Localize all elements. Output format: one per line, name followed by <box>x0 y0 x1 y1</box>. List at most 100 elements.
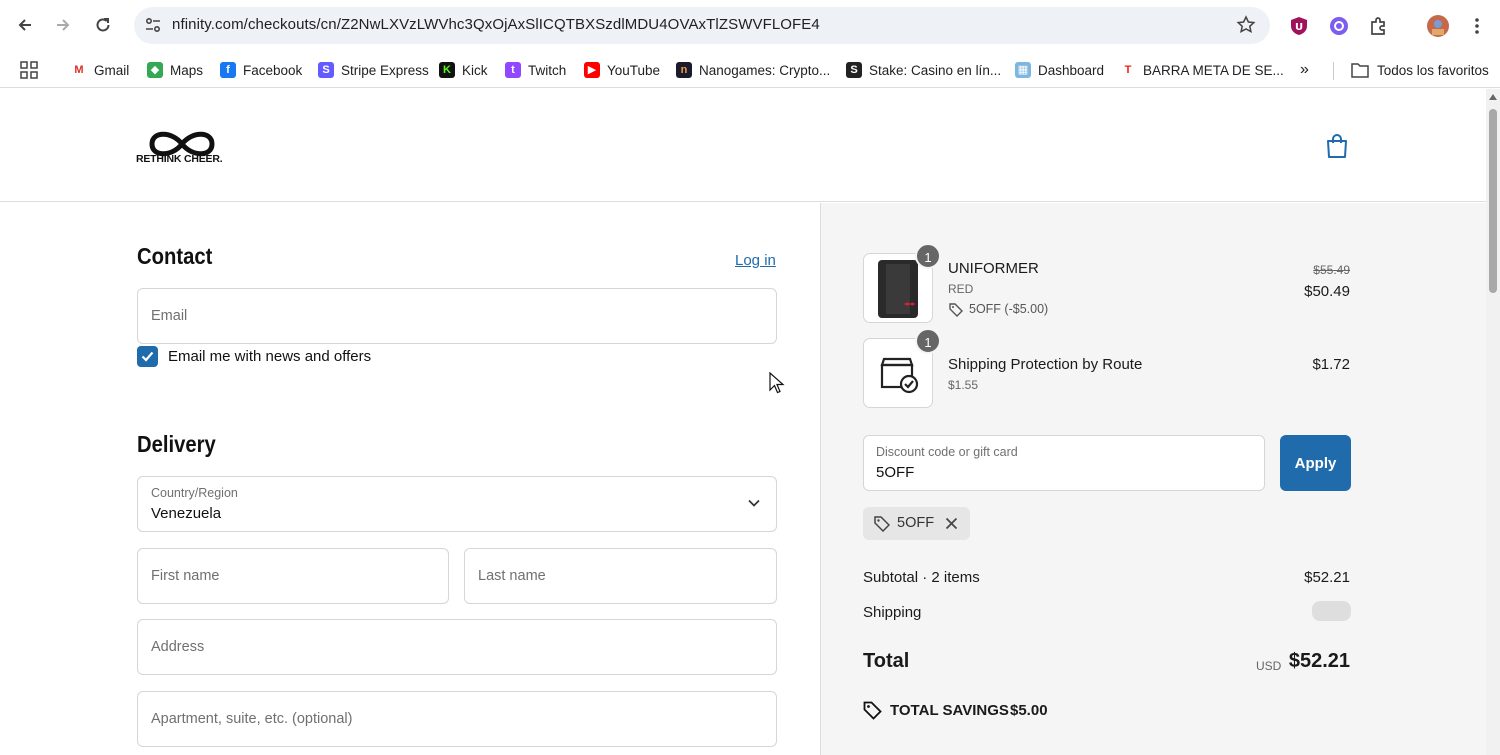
kick-icon: K <box>439 62 455 78</box>
shopping-bag-icon[interactable] <box>1325 133 1349 159</box>
apartment-field[interactable]: Apartment, suite, etc. (optional) <box>137 691 777 747</box>
item-price: $50.49 <box>1304 283 1350 300</box>
route-name: Shipping Protection by Route <box>948 356 1143 373</box>
savings-value: $5.00 <box>1010 702 1048 719</box>
discount-value: 5OFF <box>876 464 915 481</box>
savings-tag-icon <box>863 701 882 720</box>
address-field[interactable]: Address <box>137 619 777 675</box>
bookmarks-bar: M Gmail ◆ Maps f Facebook S Stripe Express K… <box>0 52 1500 88</box>
contact-heading: Contact <box>137 243 213 269</box>
page-scrollbar[interactable] <box>1486 89 1500 755</box>
newsletter-label: Email me with news and offers <box>168 348 372 365</box>
url-text: nfinity.com/checkouts/cn/Z2NwLXVzLWVhc3Q… <box>172 16 820 33</box>
bookmark-star-icon[interactable] <box>1236 15 1256 35</box>
twitch-icon: t <box>505 62 521 78</box>
tag-icon <box>874 516 890 532</box>
bookmark-nanogames[interactable]: n Nanogames: Crypto... <box>676 59 830 81</box>
apartment-placeholder: Apartment, suite, etc. (optional) <box>151 711 353 727</box>
applied-code: 5OFF <box>897 515 935 531</box>
forward-icon[interactable] <box>48 10 78 40</box>
mouse-cursor-icon <box>769 372 785 394</box>
savings-label: TOTAL SAVINGS <box>890 702 1009 719</box>
maps-icon: ◆ <box>147 62 163 78</box>
bookmark-stake[interactable]: S Stake: Casino en lín... <box>846 59 1001 81</box>
route-quantity-badge: 1 <box>915 328 941 354</box>
bookmark-twitch[interactable]: t Twitch <box>505 59 566 81</box>
scroll-thumb[interactable] <box>1489 109 1497 293</box>
login-link[interactable]: Log in <box>735 252 776 269</box>
country-label: Country/Region <box>151 486 238 500</box>
reload-icon[interactable] <box>88 10 118 40</box>
bookmark-dashboard[interactable]: ▦ Dashboard <box>1015 59 1104 81</box>
discount-label: Discount code or gift card <box>876 445 1018 459</box>
country-select[interactable]: Country/Region Venezuela <box>137 476 777 532</box>
all-bookmarks-folder[interactable]: Todos los favoritos <box>1351 59 1489 81</box>
bookmark-youtube[interactable]: ▶ YouTube <box>584 59 660 81</box>
bookmark-maps[interactable]: ◆ Maps <box>147 59 203 81</box>
chevron-down-icon <box>748 499 760 507</box>
last-name-field[interactable]: Last name <box>464 548 777 604</box>
currency-code: USD <box>1256 659 1282 673</box>
route-price: $1.72 <box>1312 356 1350 373</box>
item-name: UNIFORMER <box>948 260 1039 277</box>
bookmark-stripe[interactable]: S Stripe Express <box>318 59 429 81</box>
discount-tag-icon <box>949 303 963 317</box>
total-label: Total <box>863 650 910 672</box>
email-field[interactable]: Email <box>137 288 777 344</box>
extension-purple-icon[interactable] <box>1327 14 1351 38</box>
address-bar[interactable]: nfinity.com/checkouts/cn/Z2NwLXVzLWVhc3Q… <box>134 7 1270 44</box>
checkmark-icon <box>141 351 154 362</box>
last-name-placeholder: Last name <box>478 568 546 584</box>
subtotal-label: Subtotal · 2 items <box>863 569 980 586</box>
dashboard-icon: ▦ <box>1015 62 1031 78</box>
order-summary: 1 UNIFORMER RED 5OFF (-$5.00) $55.49 $50… <box>820 203 1486 755</box>
stripe-icon: S <box>318 62 334 78</box>
delivery-heading: Delivery <box>137 431 216 457</box>
checkout-form: Contact Log in Email Email me with news … <box>0 203 820 755</box>
email-placeholder: Email <box>151 308 188 324</box>
extensions-puzzle-icon[interactable] <box>1367 14 1391 38</box>
bookmark-kick[interactable]: K Kick <box>439 59 488 81</box>
route-subprice: $1.55 <box>948 378 979 392</box>
item-discount: 5OFF (-$5.00) <box>969 302 1049 316</box>
total-value: $52.21 <box>1288 650 1350 672</box>
address-placeholder: Address <box>151 639 205 655</box>
bookmarks-divider <box>1333 62 1334 80</box>
bookmark-facebook[interactable]: f Facebook <box>220 59 302 81</box>
youtube-icon: ▶ <box>584 62 600 78</box>
more-bookmarks-button[interactable]: » <box>1300 59 1309 81</box>
shipping-label: Shipping <box>863 604 922 621</box>
item-variant: RED <box>948 282 974 296</box>
newsletter-checkbox[interactable] <box>137 346 158 367</box>
first-name-field[interactable]: First name <box>137 548 449 604</box>
svg-text:U: U <box>1295 22 1303 33</box>
stake-icon: S <box>846 62 862 78</box>
apply-button[interactable]: Apply <box>1280 435 1351 491</box>
apps-grid-icon[interactable] <box>20 59 38 81</box>
discount-code-field[interactable]: Discount code or gift card 5OFF <box>863 435 1265 491</box>
checkout-page: RETHINK CHEER. Contact Log in Email Emai… <box>0 89 1486 755</box>
remove-discount-icon[interactable] <box>945 517 958 530</box>
back-icon[interactable] <box>10 10 40 40</box>
first-name-placeholder: First name <box>151 568 220 584</box>
profile-avatar-icon[interactable] <box>1426 14 1450 38</box>
barra-meta-icon: T <box>1120 62 1136 78</box>
subtotal-value: $52.21 <box>1304 569 1350 586</box>
menu-kebab-icon[interactable] <box>1465 14 1489 38</box>
site-header: RETHINK CHEER. <box>0 89 1486 202</box>
logo-text: RETHINK CHEER. <box>136 153 223 165</box>
applied-discount-chip: 5OFF <box>863 507 970 540</box>
site-settings-icon[interactable] <box>144 16 162 34</box>
bookmark-barra-meta[interactable]: T BARRA META DE SE... <box>1120 59 1284 81</box>
folder-icon <box>1351 63 1369 78</box>
browser-toolbar: nfinity.com/checkouts/cn/Z2NwLXVzLWVhc3Q… <box>0 0 1500 52</box>
country-value: Venezuela <box>151 505 222 522</box>
item-original-price: $55.49 <box>1313 263 1350 277</box>
shipping-loading-placeholder <box>1312 601 1351 621</box>
ublock-icon[interactable]: U <box>1287 14 1311 38</box>
facebook-icon: f <box>220 62 236 78</box>
scroll-up-arrow-icon[interactable] <box>1489 94 1497 100</box>
gmail-icon: M <box>71 62 87 78</box>
bookmark-gmail[interactable]: M Gmail <box>71 59 129 81</box>
nanogames-icon: n <box>676 62 692 78</box>
